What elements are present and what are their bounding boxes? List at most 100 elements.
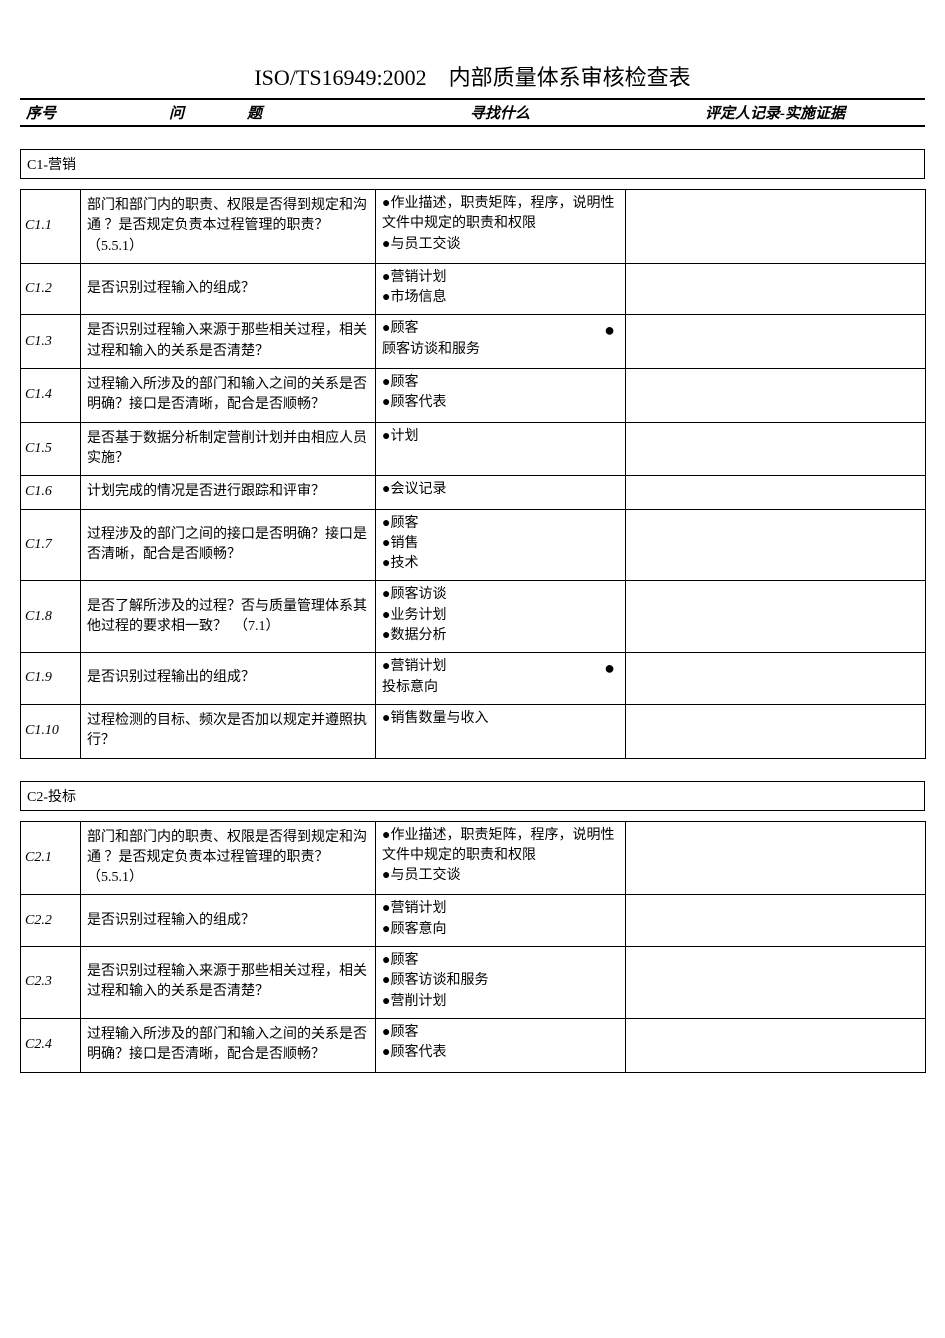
row-find: ●顾客●顾客代表 [376, 369, 626, 423]
find-item: ●业务计划 [382, 606, 619, 626]
find-item: ●数据分析 [382, 626, 619, 646]
table-row: C1.4过程输入所涉及的部门和输入之间的关系是否明确？接口是否清晰，配合是否顺畅… [21, 369, 926, 423]
header-no: 序号 [20, 99, 80, 126]
find-item: ●顾客 [382, 319, 619, 339]
header-evidence: 评定人记录-实施证据 [625, 99, 925, 126]
find-item: 投标意向 [382, 678, 619, 698]
row-question: 是否识别过程输入的组成？ [81, 263, 376, 315]
section-header: C2-投标 [20, 781, 925, 811]
find-item: ●顾客 [382, 1023, 619, 1043]
row-evidence [626, 704, 926, 758]
table-row: C1.2是否识别过程输入的组成？●营销计划●市场信息 [21, 263, 926, 315]
row-question: 是否了解所涉及的过程？否与质量管理体系其他过程的要求相一致？ （7.1） [81, 581, 376, 653]
find-item: ●与员工交谈 [382, 235, 619, 255]
row-number: C2.4 [21, 1018, 81, 1072]
row-number: C1.10 [21, 704, 81, 758]
row-find: ●计划 [376, 422, 626, 476]
row-evidence [626, 581, 926, 653]
row-question: 计划完成的情况是否进行跟踪和评审？ [81, 476, 376, 509]
table-row: C2.3是否识别过程输入来源于那些相关过程，相关过程和输入的关系是否清楚？●顾客… [21, 947, 926, 1019]
table-row: C1.9是否识别过程输出的组成？●营销计划投标意向● [21, 653, 926, 705]
row-evidence [626, 895, 926, 947]
row-question: 是否基于数据分析制定营削计划并由相应人员实施？ [81, 422, 376, 476]
row-find: ●顾客●顾客访谈和服务●营削计划 [376, 947, 626, 1019]
find-item: ●作业描述，职责矩阵，程序，说明性文件中规定的职责和权限 [382, 826, 619, 867]
row-number: C2.1 [21, 821, 81, 895]
table-row: C2.1部门和部门内的职责、权限是否得到规定和沟通 ？是否规定负责本过程管理的职… [21, 821, 926, 895]
row-question: 是否识别过程输入来源于那些相关过程，相关过程和输入的关系是否清楚？ [81, 947, 376, 1019]
row-question: 过程检测的目标、频次是否加以规定并遵照执行？ [81, 704, 376, 758]
find-item: ●技术 [382, 554, 619, 574]
table-row: C1.8是否了解所涉及的过程？否与质量管理体系其他过程的要求相一致？ （7.1）… [21, 581, 926, 653]
row-find: ●会议记录 [376, 476, 626, 509]
find-item: ●顾客意向 [382, 920, 619, 940]
find-item: ●营销计划 [382, 268, 619, 288]
row-find: ●顾客访谈●业务计划●数据分析 [376, 581, 626, 653]
row-find: ●营销计划●市场信息 [376, 263, 626, 315]
row-find: ●顾客●销售●技术 [376, 509, 626, 581]
audit-checklist-page: ISO/TS16949:2002 内部质量体系审核检查表 序号 问 题 寻找什么… [20, 60, 925, 1073]
row-find: ●营销计划投标意向● [376, 653, 626, 705]
table-row: C1.10过程检测的目标、频次是否加以规定并遵照执行？●销售数量与收入 [21, 704, 926, 758]
row-question: 是否识别过程输出的组成？ [81, 653, 376, 705]
row-evidence [626, 315, 926, 369]
row-find: ●作业描述，职责矩阵，程序，说明性文件中规定的职责和权限●与员工交谈 [376, 821, 626, 895]
find-item: ●作业描述，职责矩阵，程序，说明性文件中规定的职责和权限 [382, 194, 619, 235]
find-item: ●顾客代表 [382, 1043, 619, 1063]
find-item: ●顾客 [382, 951, 619, 971]
row-number: C2.3 [21, 947, 81, 1019]
row-number: C1.6 [21, 476, 81, 509]
row-question: 过程涉及的部门之间的接口是否明确？接口是否清晰，配合是否顺畅？ [81, 509, 376, 581]
header-question: 问 题 [80, 99, 375, 126]
row-find: ●顾客顾客访谈和服务● [376, 315, 626, 369]
find-item: ●顾客代表 [382, 393, 619, 413]
find-item: ●销售 [382, 534, 619, 554]
row-number: C1.7 [21, 509, 81, 581]
row-question: 部门和部门内的职责、权限是否得到规定和沟通 ？是否规定负责本过程管理的职责？ （… [81, 190, 376, 264]
row-number: C2.2 [21, 895, 81, 947]
table-row: C1.1部门和部门内的职责、权限是否得到规定和沟通 ？是否规定负责本过程管理的职… [21, 190, 926, 264]
find-item: ●市场信息 [382, 288, 619, 308]
row-evidence [626, 509, 926, 581]
column-header-row: 序号 问 题 寻找什么 评定人记录-实施证据 [20, 98, 925, 127]
row-question: 过程输入所涉及的部门和输入之间的关系是否明确？接口是否清晰，配合是否顺畅？ [81, 369, 376, 423]
row-evidence [626, 369, 926, 423]
bullet-icon: ● [604, 659, 615, 677]
find-item: ●营销计划 [382, 899, 619, 919]
section-table: C2.1部门和部门内的职责、权限是否得到规定和沟通 ？是否规定负责本过程管理的职… [20, 821, 926, 1073]
row-find: ●营销计划●顾客意向 [376, 895, 626, 947]
table-row: C1.5是否基于数据分析制定营削计划并由相应人员实施？ ●计划 [21, 422, 926, 476]
find-item: ●营销计划 [382, 657, 619, 677]
row-evidence [626, 476, 926, 509]
find-item: ●会议记录 [382, 480, 619, 500]
row-evidence [626, 1018, 926, 1072]
row-find: ●作业描述，职责矩阵，程序，说明性文件中规定的职责和权限●与员工交谈 [376, 190, 626, 264]
bullet-icon: ● [604, 321, 615, 339]
row-evidence [626, 422, 926, 476]
row-evidence [626, 190, 926, 264]
section-table: C1.1部门和部门内的职责、权限是否得到规定和沟通 ？是否规定负责本过程管理的职… [20, 189, 926, 759]
find-item: ●与员工交谈 [382, 866, 619, 886]
row-question: 是否识别过程输入来源于那些相关过程，相关过程和输入的关系是否清楚？ [81, 315, 376, 369]
row-question: 过程输入所涉及的部门和输入之间的关系是否明确？接口是否清晰，配合是否顺畅？ [81, 1018, 376, 1072]
row-number: C1.3 [21, 315, 81, 369]
row-number: C1.2 [21, 263, 81, 315]
row-find: ●销售数量与收入 [376, 704, 626, 758]
page-title: ISO/TS16949:2002 内部质量体系审核检查表 [20, 60, 925, 92]
table-row: C1.6计划完成的情况是否进行跟踪和评审？ ●会议记录 [21, 476, 926, 509]
table-row: C2.2是否识别过程输入的组成？●营销计划●顾客意向 [21, 895, 926, 947]
find-item: ●顾客访谈和服务 [382, 971, 619, 991]
row-number: C1.9 [21, 653, 81, 705]
table-row: C1.3是否识别过程输入来源于那些相关过程，相关过程和输入的关系是否清楚？●顾客… [21, 315, 926, 369]
header-find: 寻找什么 [375, 99, 625, 126]
row-evidence [626, 653, 926, 705]
row-evidence [626, 263, 926, 315]
row-number: C1.5 [21, 422, 81, 476]
find-item: ●营削计划 [382, 992, 619, 1012]
row-find: ●顾客●顾客代表 [376, 1018, 626, 1072]
table-row: C1.7过程涉及的部门之间的接口是否明确？接口是否清晰，配合是否顺畅？●顾客●销… [21, 509, 926, 581]
find-item: ●顾客 [382, 373, 619, 393]
row-question: 部门和部门内的职责、权限是否得到规定和沟通 ？是否规定负责本过程管理的职责？ （… [81, 821, 376, 895]
find-item: ●计划 [382, 427, 619, 447]
find-item: ●顾客访谈 [382, 585, 619, 605]
